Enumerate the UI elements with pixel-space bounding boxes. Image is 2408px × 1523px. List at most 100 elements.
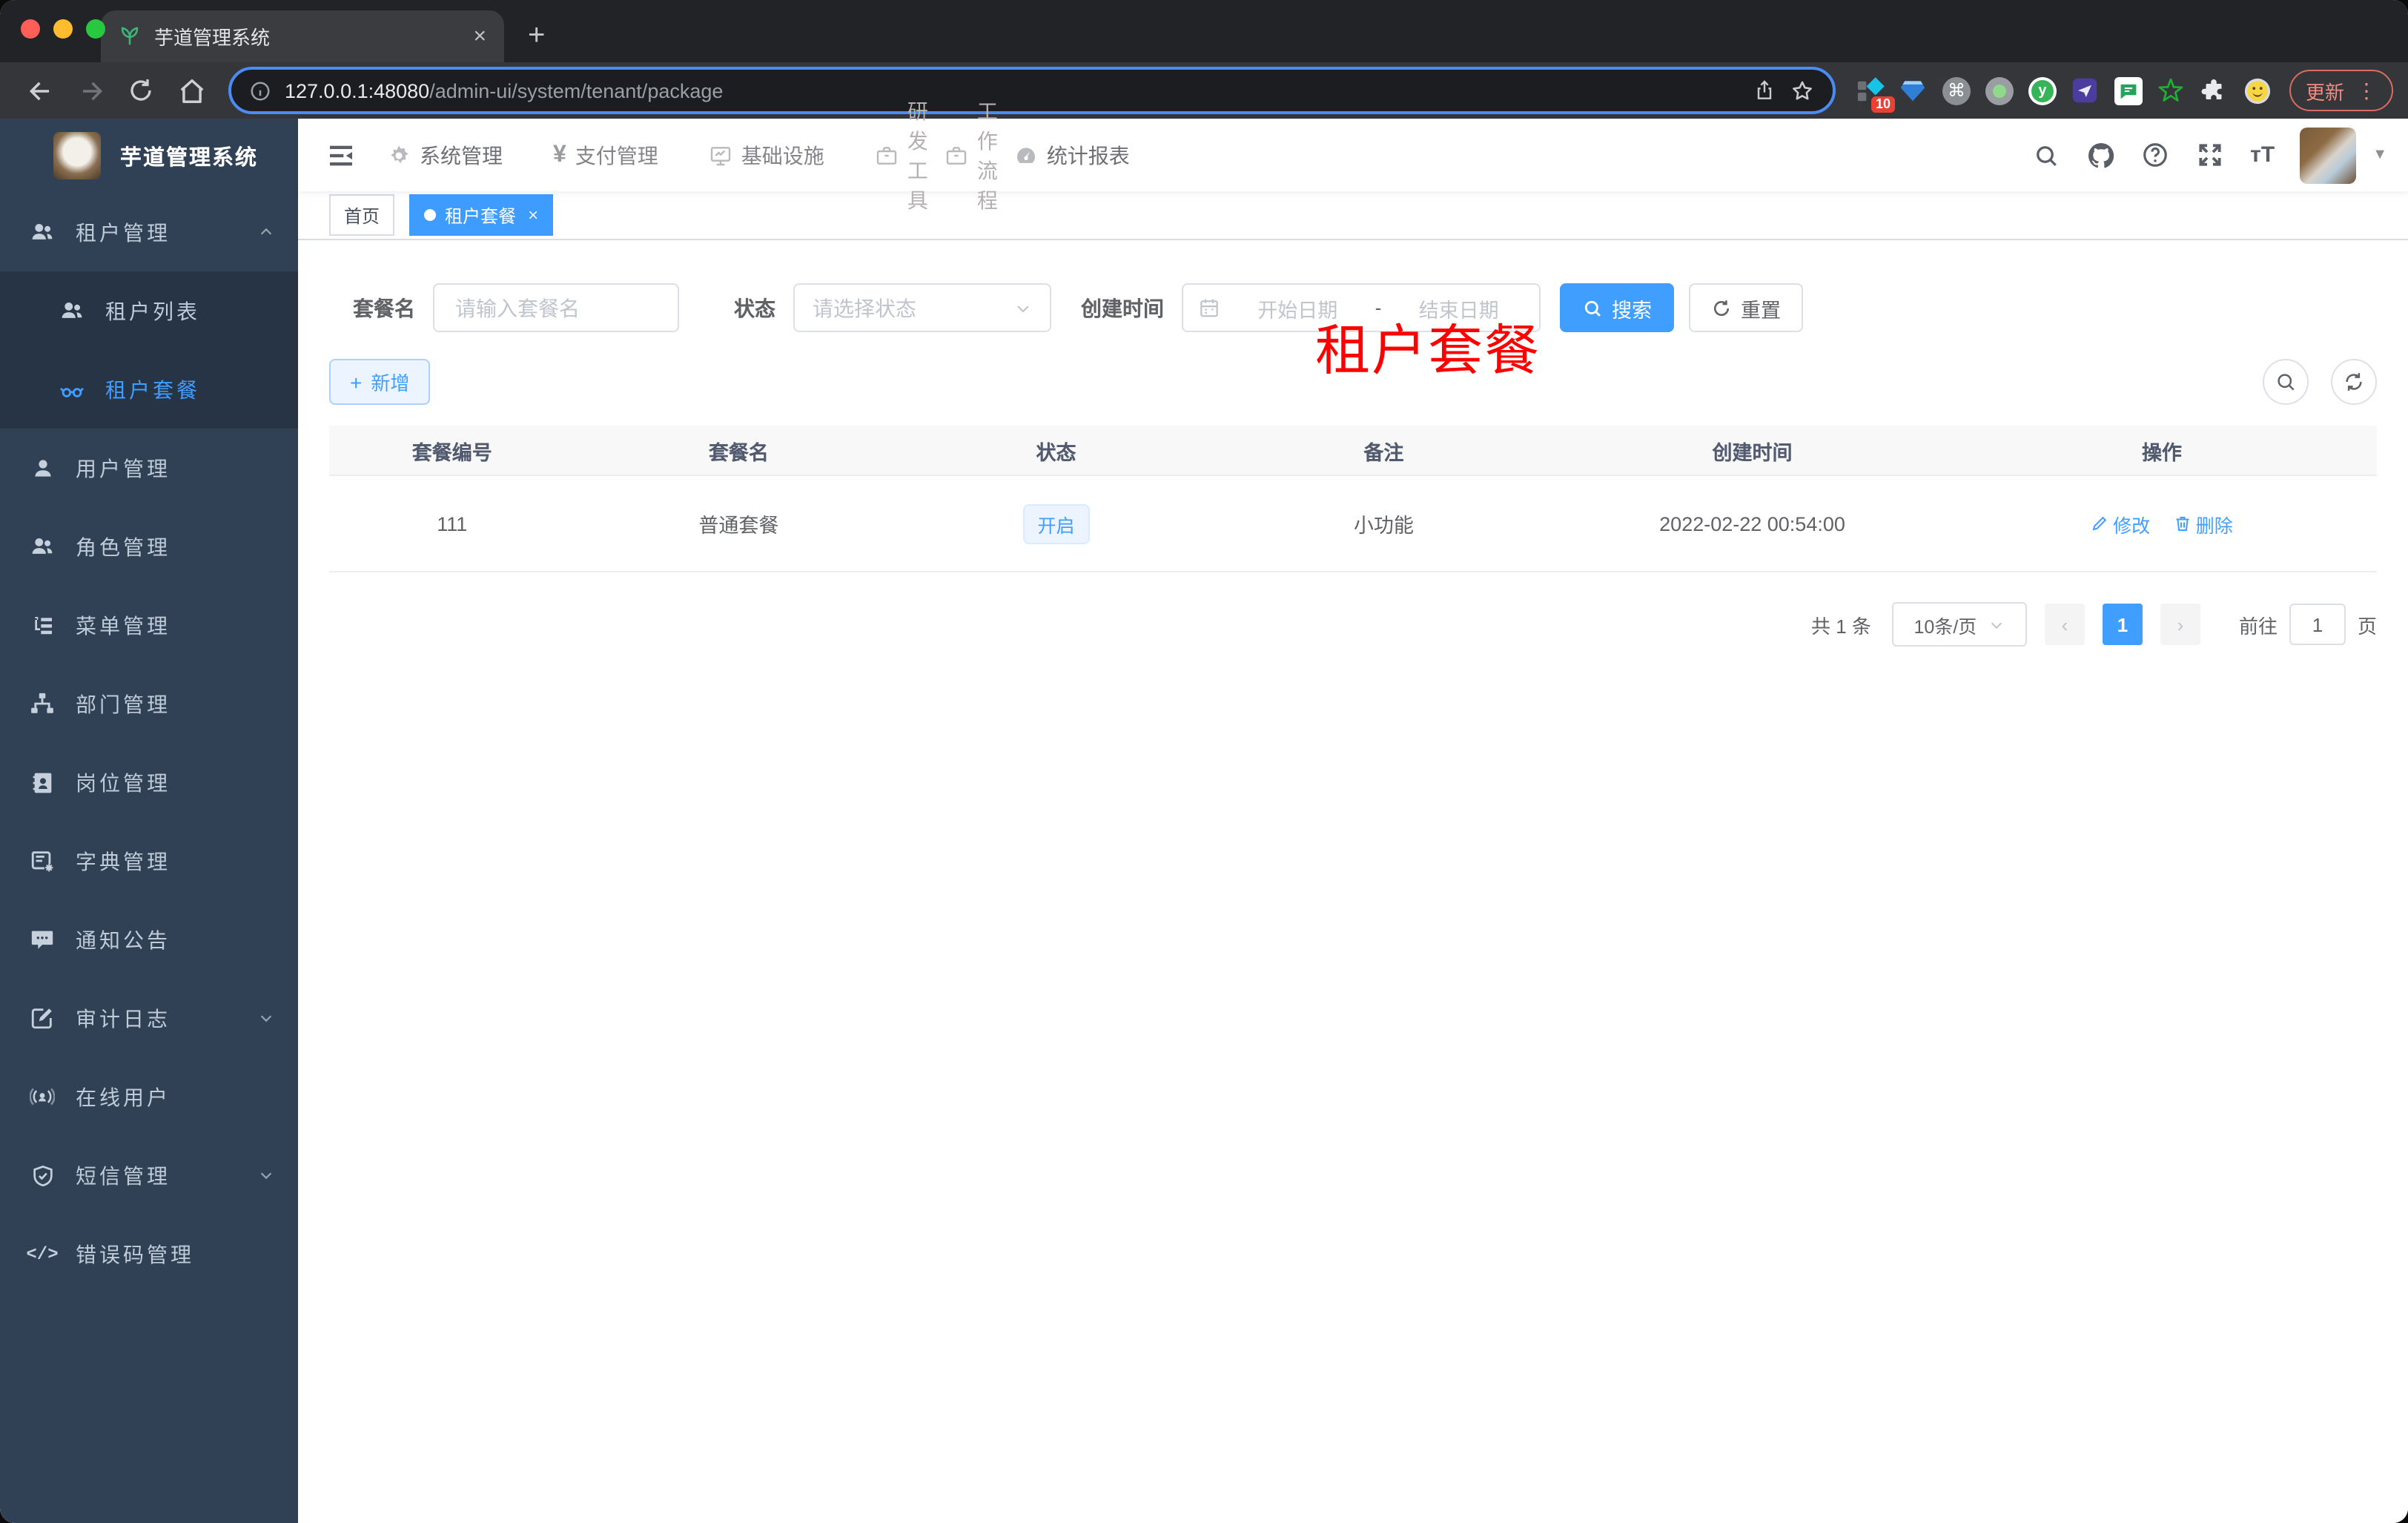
github-icon[interactable] bbox=[2086, 140, 2115, 170]
sidebar-logo[interactable]: 芋道管理系统 bbox=[0, 119, 298, 193]
page-size-select[interactable]: 10条/页 bbox=[1891, 602, 2027, 647]
extension-grid-diamond-icon[interactable]: 10 bbox=[1856, 76, 1895, 112]
extension-y-icon[interactable]: y bbox=[2028, 76, 2057, 105]
reload-icon[interactable] bbox=[122, 71, 160, 110]
package-name-input[interactable] bbox=[433, 283, 679, 332]
sidebar-item-user-management[interactable]: 用户管理 bbox=[0, 429, 298, 507]
user-avatar[interactable] bbox=[2300, 127, 2357, 183]
zoom-window-button[interactable] bbox=[86, 19, 105, 39]
search-button[interactable]: 搜索 bbox=[1560, 283, 1674, 332]
extension-star-icon[interactable] bbox=[2157, 76, 2186, 105]
reset-button[interactable]: 重置 bbox=[1689, 283, 1803, 332]
current-page[interactable]: 1 bbox=[2102, 604, 2143, 645]
sidebar-item-label: 岗位管理 bbox=[76, 770, 171, 794]
extension-command-icon[interactable]: ⌘ bbox=[1942, 76, 1971, 105]
sidebar-item-notice[interactable]: 通知公告 bbox=[0, 900, 298, 979]
address-bar[interactable]: 127.0.0.1:48080/admin-ui/system/tenant/p… bbox=[228, 67, 1836, 114]
trash-icon bbox=[2174, 515, 2192, 532]
search-icon[interactable] bbox=[2031, 140, 2060, 170]
minimize-window-button[interactable] bbox=[53, 19, 73, 39]
delete-link[interactable]: 删除 bbox=[2174, 509, 2233, 538]
sidebar-collapse-icon[interactable] bbox=[322, 136, 360, 174]
end-date-placeholder[interactable]: 结束日期 bbox=[1393, 293, 1524, 323]
package-name-input-field[interactable] bbox=[452, 294, 660, 321]
nav-item-infrastructure[interactable]: 基础设施 bbox=[709, 140, 824, 170]
tag-home[interactable]: 首页 bbox=[329, 194, 395, 236]
col-header-actions: 操作 bbox=[1946, 426, 2377, 475]
extension-green-dot-icon[interactable] bbox=[1985, 76, 2014, 105]
goto-page-input[interactable] bbox=[2289, 604, 2346, 645]
home-icon[interactable] bbox=[172, 71, 211, 110]
extension-gem-icon[interactable] bbox=[1899, 76, 1928, 105]
share-icon[interactable] bbox=[1753, 79, 1776, 102]
site-info-icon[interactable] bbox=[249, 79, 271, 102]
tab-close-icon[interactable]: × bbox=[473, 24, 486, 49]
col-header-name: 套餐名 bbox=[575, 426, 903, 475]
extension-shield-icon[interactable] bbox=[2071, 76, 2100, 105]
edit-link[interactable]: 修改 bbox=[2091, 509, 2150, 538]
nav-item-dev-tools[interactable]: 研发工具 bbox=[875, 99, 928, 211]
col-header-remark: 备注 bbox=[1209, 426, 1558, 475]
logo-rabbit-image bbox=[53, 132, 101, 179]
extensions-puzzle-icon[interactable] bbox=[2200, 76, 2229, 105]
sidebar-item-tenant-package[interactable]: 租户套餐 bbox=[0, 350, 298, 429]
sidebar-item-sms-management[interactable]: 短信管理 bbox=[0, 1136, 298, 1215]
total-count: 共 1 条 bbox=[1811, 615, 1871, 637]
gear-icon bbox=[387, 143, 411, 167]
tag-tenant-package[interactable]: 租户套餐 × bbox=[409, 194, 554, 236]
sidebar-item-menu-management[interactable]: 菜单管理 bbox=[0, 586, 298, 664]
sidebar-item-audit-log[interactable]: 审计日志 bbox=[0, 979, 298, 1057]
help-icon[interactable] bbox=[2140, 140, 2170, 170]
next-page-button[interactable]: › bbox=[2160, 604, 2200, 645]
fullscreen-icon[interactable] bbox=[2195, 140, 2225, 170]
profile-avatar-icon[interactable] bbox=[2243, 76, 2272, 105]
add-button-label: 新增 bbox=[371, 372, 410, 394]
window-controls bbox=[21, 19, 105, 39]
close-window-button[interactable] bbox=[21, 19, 40, 39]
package-table: 套餐编号 套餐名 状态 备注 创建时间 操作 111 普通套餐 开启 小功能 2… bbox=[329, 426, 2377, 572]
sidebar-item-label: 租户列表 bbox=[105, 299, 200, 323]
date-range-picker[interactable]: 开始日期 - 结束日期 bbox=[1182, 283, 1541, 332]
sidebar-item-tenant-list[interactable]: 租户列表 bbox=[0, 271, 298, 350]
sidebar-item-online-users[interactable]: 在线用户 bbox=[0, 1057, 298, 1136]
status-label: 状态 bbox=[734, 296, 775, 320]
edit-pen-icon bbox=[2091, 515, 2108, 532]
extension-chat-icon[interactable] bbox=[2114, 76, 2143, 105]
refresh-table-button[interactable] bbox=[2331, 359, 2377, 405]
nav-label: 支付管理 bbox=[575, 143, 658, 167]
nav-item-workflow[interactable]: 工作流程 bbox=[945, 99, 998, 211]
sidebar-item-post-management[interactable]: 岗位管理 bbox=[0, 743, 298, 822]
prev-page-button[interactable]: ‹ bbox=[2044, 604, 2085, 645]
nav-item-reports[interactable]: 统计报表 bbox=[1014, 140, 1130, 170]
nav-item-payment[interactable]: ¥ 支付管理 bbox=[553, 140, 658, 170]
sidebar-item-dict-management[interactable]: 字典管理 bbox=[0, 822, 298, 900]
monitor-icon bbox=[709, 143, 732, 167]
browser-update-button[interactable]: 更新 ⋮ bbox=[2289, 70, 2393, 111]
sidebar-item-role-management[interactable]: 角色管理 bbox=[0, 507, 298, 586]
browser-window: 芋道管理系统 × + 127.0.0.1:48080/admin-ui/syst… bbox=[0, 0, 2408, 1523]
sidebar-item-error-code[interactable]: </> 错误码管理 bbox=[0, 1215, 298, 1293]
sidebar-item-dept-management[interactable]: 部门管理 bbox=[0, 664, 298, 743]
page-size-value: 10条/页 bbox=[1914, 616, 1977, 637]
forward-icon[interactable] bbox=[71, 71, 110, 110]
tag-close-icon[interactable]: × bbox=[528, 205, 538, 225]
show-search-button[interactable] bbox=[2263, 359, 2309, 405]
font-size-icon[interactable]: тT bbox=[2250, 142, 2275, 168]
bookmark-star-icon[interactable] bbox=[1790, 78, 1815, 103]
new-tab-button[interactable]: + bbox=[528, 19, 545, 62]
back-icon[interactable] bbox=[21, 71, 59, 110]
avatar-caret-icon[interactable]: ▼ bbox=[2372, 147, 2387, 163]
nav-label: 系统管理 bbox=[420, 143, 503, 167]
user-icon bbox=[30, 455, 55, 480]
create-time-label: 创建时间 bbox=[1081, 296, 1164, 320]
chevron-down-icon bbox=[258, 1010, 274, 1026]
browser-menu-icon[interactable]: ⋮ bbox=[2356, 78, 2377, 103]
sidebar-item-tenant-management[interactable]: 租户管理 bbox=[0, 193, 298, 271]
start-date-placeholder[interactable]: 开始日期 bbox=[1232, 293, 1363, 323]
users-icon bbox=[30, 534, 55, 559]
nav-item-system[interactable]: 系统管理 bbox=[387, 140, 503, 170]
status-select[interactable]: 请选择状态 bbox=[793, 283, 1051, 332]
sidebar-submenu-tenant: 租户列表 租户套餐 bbox=[0, 271, 298, 429]
browser-tab[interactable]: 芋道管理系统 × bbox=[101, 10, 504, 62]
add-button[interactable]: + 新增 bbox=[329, 359, 431, 405]
